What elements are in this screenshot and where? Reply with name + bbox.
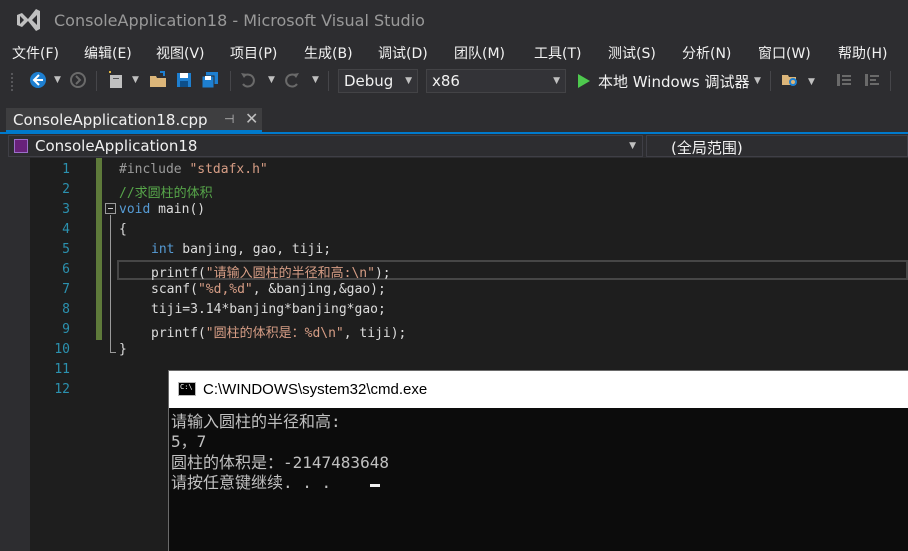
scope-name: (全局范围) bbox=[671, 139, 743, 157]
title-bar: ConsoleApplication18 - Microsoft Visual … bbox=[0, 0, 908, 40]
toolbar-separator bbox=[96, 71, 97, 91]
save-icon[interactable] bbox=[174, 70, 194, 90]
start-debugging-dropdown-icon[interactable]: ▼ bbox=[754, 76, 761, 86]
menu-test[interactable]: 测试(S) bbox=[608, 43, 656, 63]
outline-guide bbox=[110, 215, 111, 353]
navigate-back-icon[interactable] bbox=[28, 70, 48, 90]
chevron-down-icon: ▼ bbox=[405, 76, 412, 86]
console-cursor bbox=[370, 484, 380, 487]
menu-project[interactable]: 项目(P) bbox=[230, 43, 277, 63]
navigate-back-dropdown-icon[interactable]: ▼ bbox=[54, 75, 61, 85]
console-line: 请按任意键继续. . . bbox=[171, 473, 332, 492]
line-number: 5 bbox=[62, 242, 70, 257]
solution-configuration-select[interactable]: Debug ▼ bbox=[338, 69, 418, 93]
change-tracking-bar bbox=[96, 158, 102, 340]
code-line-9: printf("圆柱的体积是：%d\n", tiji); bbox=[151, 326, 407, 341]
code-line-10: } bbox=[119, 342, 127, 357]
line-number: 7 bbox=[62, 282, 70, 297]
console-output[interactable]: 请输入圆柱的半径和高: 5，7 圆柱的体积是：-2147483648 请按任意键… bbox=[168, 408, 908, 551]
toolbar-separator bbox=[328, 71, 329, 91]
tab-consoleapplication18-cpp[interactable]: ConsoleApplication18.cpp ⊣ ✕ bbox=[6, 108, 262, 132]
toolbar-separator bbox=[230, 71, 231, 91]
editor-margin bbox=[0, 158, 30, 551]
pin-tab-icon[interactable]: ⊣ bbox=[224, 112, 234, 126]
menu-bar: 文件(F) 编辑(E) 视图(V) 项目(P) 生成(B) 调试(D) 团队(M… bbox=[0, 40, 908, 66]
code-line-8: tiji=3.14*banjing*banjing*gao; bbox=[151, 302, 386, 317]
undo-icon[interactable] bbox=[238, 70, 258, 90]
start-debugging-play-icon[interactable] bbox=[576, 72, 592, 90]
menu-file[interactable]: 文件(F) bbox=[12, 43, 59, 63]
console-title: C:\WINDOWS\system32\cmd.exe bbox=[203, 381, 428, 398]
code-line-1: #include "stdafx.h" bbox=[119, 162, 268, 177]
line-number: 4 bbox=[62, 222, 70, 237]
uncomment-lines-icon[interactable] bbox=[862, 70, 882, 90]
navigation-bar: ConsoleApplication18 ▼ (全局范围) bbox=[0, 134, 908, 158]
line-number: 9 bbox=[62, 322, 70, 337]
find-dropdown-icon[interactable]: ▼ bbox=[808, 77, 815, 87]
collapse-outline-icon[interactable] bbox=[105, 203, 116, 214]
menu-help[interactable]: 帮助(H) bbox=[838, 43, 887, 63]
undo-dropdown-icon[interactable]: ▼ bbox=[268, 75, 275, 85]
chevron-down-icon: ▼ bbox=[553, 76, 560, 86]
new-project-icon[interactable] bbox=[106, 70, 126, 90]
line-number: 1 bbox=[62, 162, 70, 177]
open-file-icon[interactable] bbox=[148, 70, 168, 90]
chevron-down-icon: ▼ bbox=[629, 141, 636, 151]
project-dropdown[interactable]: ConsoleApplication18 ▼ bbox=[8, 135, 643, 157]
console-window[interactable]: C:\ C:\WINDOWS\system32\cmd.exe 请输入圆柱的半径… bbox=[168, 370, 908, 551]
start-debugging-button[interactable]: 本地 Windows 调试器 bbox=[598, 71, 750, 92]
project-name: ConsoleApplication18 bbox=[35, 137, 198, 155]
toolbar-separator bbox=[770, 71, 771, 91]
menu-team[interactable]: 团队(M) bbox=[454, 43, 505, 63]
toolbar-grip-icon[interactable] bbox=[10, 72, 14, 92]
find-in-files-icon[interactable] bbox=[780, 70, 800, 90]
redo-dropdown-icon[interactable]: ▼ bbox=[312, 75, 319, 85]
menu-analyze[interactable]: 分析(N) bbox=[682, 43, 731, 63]
visual-studio-logo-icon bbox=[17, 9, 40, 31]
menu-view[interactable]: 视图(V) bbox=[156, 43, 205, 63]
navigate-forward-icon[interactable] bbox=[68, 70, 88, 90]
toolbar-separator bbox=[890, 71, 891, 91]
code-line-6: printf("请输入圆柱的半径和高:\n"); bbox=[151, 266, 391, 281]
line-number: 2 bbox=[62, 182, 70, 197]
menu-window[interactable]: 窗口(W) bbox=[758, 43, 811, 63]
menu-edit[interactable]: 编辑(E) bbox=[84, 43, 132, 63]
line-number: 8 bbox=[62, 302, 70, 317]
code-line-7: scanf("%d,%d", &banjing,&gao); bbox=[151, 282, 386, 297]
cmd-exe-icon: C:\ bbox=[178, 382, 196, 396]
line-number: 12 bbox=[54, 382, 70, 397]
solution-platform-value: x86 bbox=[432, 72, 460, 90]
menu-build[interactable]: 生成(B) bbox=[304, 43, 353, 63]
new-project-dropdown-icon[interactable]: ▼ bbox=[132, 75, 139, 85]
redo-icon[interactable] bbox=[282, 70, 302, 90]
cpp-project-icon bbox=[14, 139, 28, 153]
code-line-4: { bbox=[119, 222, 127, 237]
close-tab-icon[interactable]: ✕ bbox=[245, 109, 258, 128]
save-all-icon[interactable] bbox=[200, 70, 220, 90]
code-line-2: //求圆柱的体积 bbox=[119, 186, 213, 201]
window-title: ConsoleApplication18 - Microsoft Visual … bbox=[54, 11, 425, 30]
code-line-5: int banjing, gao, tiji; bbox=[151, 242, 332, 257]
menu-tools[interactable]: 工具(T) bbox=[534, 43, 581, 63]
comment-lines-icon[interactable] bbox=[834, 70, 854, 90]
line-number: 6 bbox=[62, 262, 70, 277]
solution-configuration-value: Debug bbox=[344, 72, 394, 90]
solution-platform-select[interactable]: x86 ▼ bbox=[426, 69, 566, 93]
menu-debug[interactable]: 调试(D) bbox=[378, 43, 428, 63]
line-number: 10 bbox=[54, 342, 70, 357]
scope-dropdown[interactable]: (全局范围) bbox=[646, 135, 908, 157]
line-number: 11 bbox=[54, 362, 70, 377]
tab-label: ConsoleApplication18.cpp bbox=[13, 111, 208, 129]
console-title-bar[interactable]: C:\ C:\WINDOWS\system32\cmd.exe bbox=[168, 370, 908, 408]
code-line-3: void main() bbox=[119, 202, 206, 217]
line-number: 3 bbox=[62, 202, 70, 217]
outline-guide-end bbox=[110, 352, 116, 353]
